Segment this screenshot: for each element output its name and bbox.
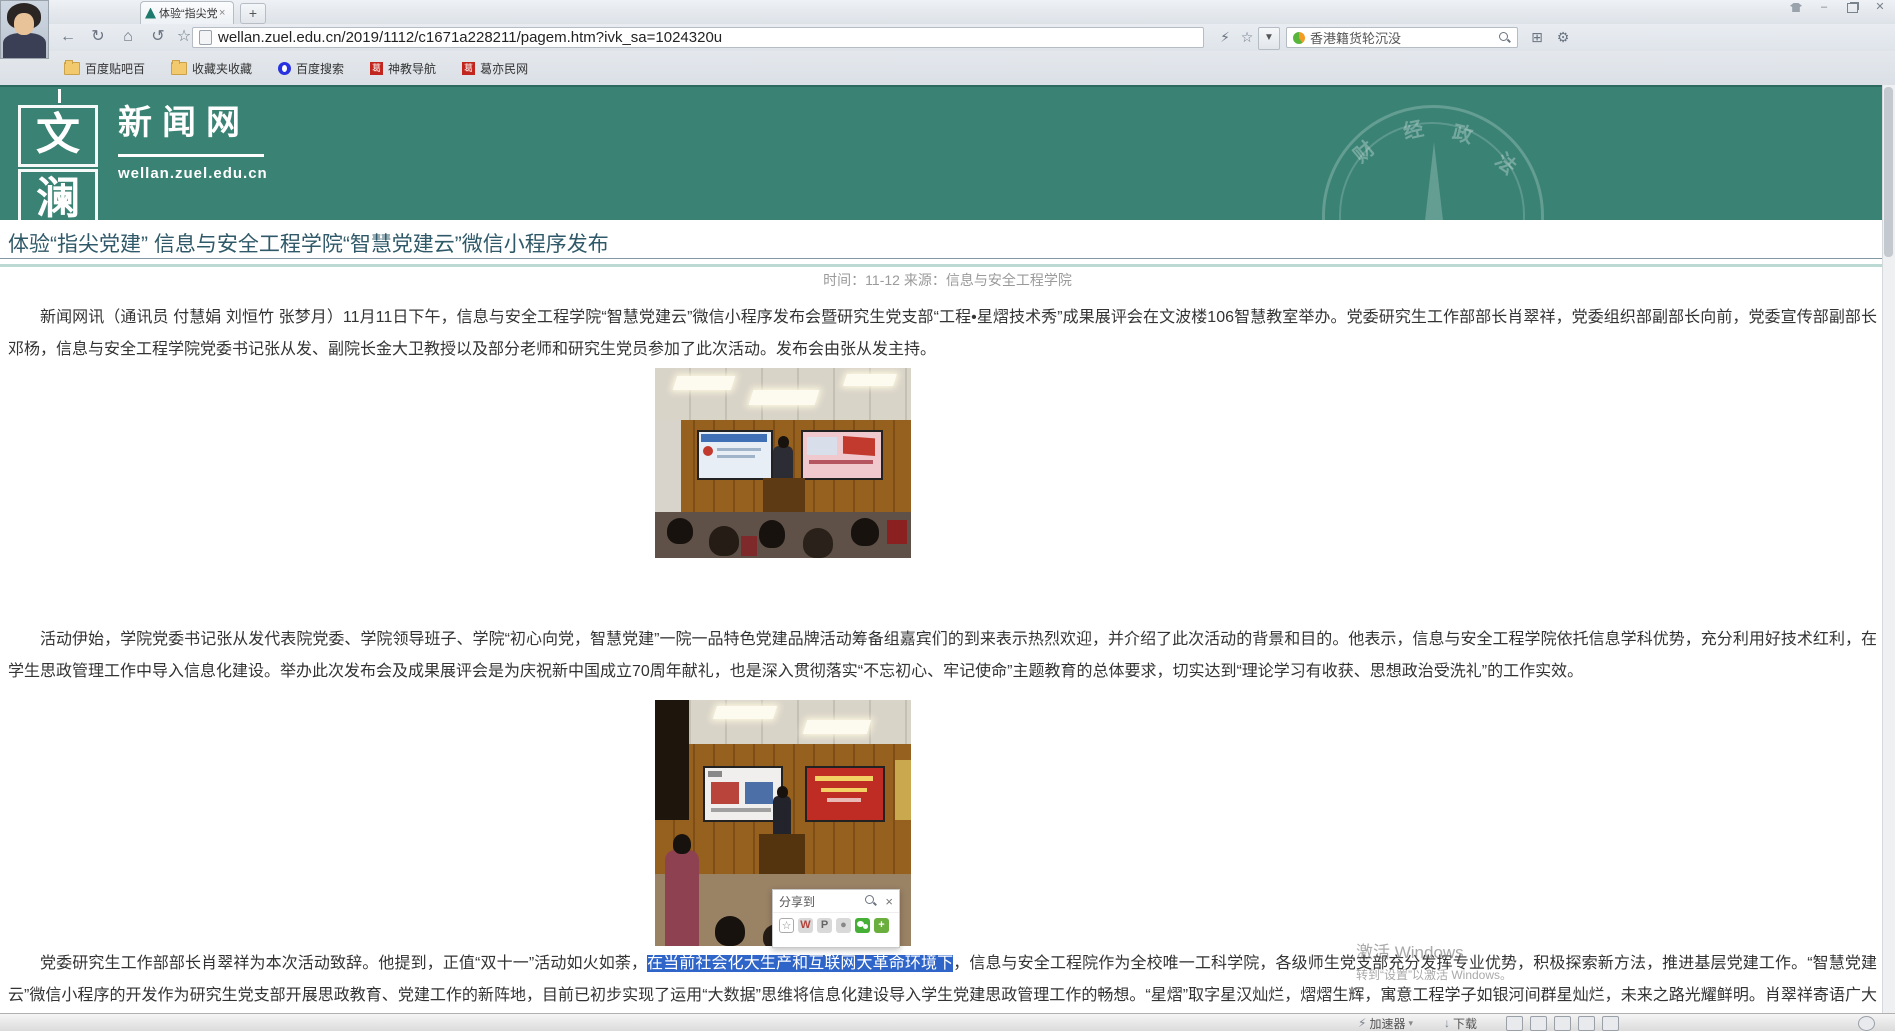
search-box[interactable]: 香港籍货轮沉没 (1286, 27, 1518, 48)
share-more-icon[interactable]: + (874, 918, 889, 933)
share-close-icon[interactable]: × (885, 894, 893, 909)
share-pengyou-icon[interactable]: P (817, 918, 832, 933)
bookmark-label: 百度搜索 (296, 60, 344, 77)
status-bar: ⚡ 加速器 ▾ ↓ 下载 (0, 1013, 1895, 1031)
share-renren-icon[interactable]: ● (836, 918, 851, 933)
share-qzone-icon[interactable]: ☆ (779, 918, 794, 933)
new-tab-button[interactable]: + (240, 3, 266, 24)
bookmark-label: 百度贴吧百 (85, 60, 145, 77)
share-weibo-icon[interactable]: W (798, 918, 813, 933)
article-image-1 (655, 368, 911, 558)
statusbar-pages-icon[interactable] (1506, 1016, 1523, 1031)
site-name: 新闻网 (118, 95, 268, 144)
bookmark-label: 收藏夹收藏 (192, 60, 252, 77)
site-brand: 新闻网 wellan.zuel.edu.cn (118, 95, 268, 182)
logo-char-top: 文 (18, 105, 98, 167)
article-paragraph-1: 新闻网讯（通讯员 付慧娟 刘恒竹 张梦月）11月11日下午，信息与安全工程学院“… (0, 302, 1895, 366)
bookmark-item[interactable]: 百度贴吧百 (64, 60, 145, 77)
share-search-icon[interactable] (865, 895, 877, 907)
site-favicon-icon (145, 8, 156, 19)
article-meta: 时间：11-12 来源：信息与安全工程学院 (0, 270, 1895, 290)
baidu-icon (278, 62, 291, 75)
home-button[interactable]: ⌂ (116, 26, 140, 48)
download-icon: ↓ (1444, 1016, 1450, 1030)
browser-window: 体验“指尖党建” 信息与安全工 × + ‒ ✕ ← ↻ ⌂ ↺ ☆ wellan… (0, 0, 1895, 1031)
bookmark-item[interactable]: 百度搜索 (278, 60, 344, 77)
tab-title: 体验“指尖党建” 信息与安全工 (159, 5, 217, 21)
article-paragraph-2: 活动伊始，学院党委书记张从发代表院党委、学院领导班子、学院“初心向党，智慧党建”… (0, 624, 1895, 688)
lightning-icon: ⚡ (1358, 1016, 1366, 1030)
lightning-icon[interactable]: ⚡ (1214, 26, 1236, 48)
wenlan-logo[interactable]: 文 澜 (14, 91, 106, 219)
scrollbar-thumb[interactable] (1884, 87, 1893, 257)
window-controls: ‒ ✕ (1787, 1, 1889, 15)
search-icon[interactable] (1499, 32, 1511, 44)
brand-divider (118, 154, 264, 157)
red-site-icon: 葛 (462, 62, 475, 75)
url-text[interactable]: wellan.zuel.edu.cn/2019/1112/c1671a22821… (218, 29, 722, 46)
accelerator-label: 加速器 (1369, 1015, 1405, 1031)
title-divider-accent (0, 264, 1895, 267)
bookmark-item[interactable]: 葛 葛亦民网 (462, 60, 528, 77)
browser-tab[interactable]: 体验“指尖党建” 信息与安全工 × (140, 1, 234, 24)
browser-profile-avatar[interactable] (0, 0, 49, 59)
bookmark-item[interactable]: 葛 神教导航 (370, 60, 436, 77)
bookmarks-bar: 百度贴吧百 收藏夹收藏 百度搜索 葛 神教导航 葛 葛亦民网 (0, 51, 1895, 86)
page-security-icon[interactable] (199, 30, 212, 45)
paragraph-text: 党委研究生工作部部长肖翠祥为本次活动致辞。他提到，正值“双十一”活动如火如荼， (40, 955, 647, 972)
bookmark-label: 神教导航 (388, 60, 436, 77)
address-bar[interactable]: wellan.zuel.edu.cn/2019/1112/c1671a22821… (192, 27, 1204, 48)
page-scrollbar[interactable] (1882, 85, 1895, 1013)
site-domain: wellan.zuel.edu.cn (118, 165, 268, 182)
bookmark-label: 葛亦民网 (480, 60, 528, 77)
share-popup: 分享到 × ☆ W P ● + (772, 889, 900, 948)
bookmark-item[interactable]: 收藏夹收藏 (171, 60, 252, 77)
navigation-bar: ← ↻ ⌂ ↺ ☆ wellan.zuel.edu.cn/2019/1112/c… (0, 24, 1895, 52)
favorite-star-icon[interactable]: ☆ (1236, 26, 1258, 48)
restore-button[interactable] (1843, 1, 1861, 15)
search-query[interactable]: 香港籍货轮沉没 (1310, 28, 1499, 47)
article-title: 体验“指尖党建” 信息与安全工程学院“智慧党建云”微信小程序发布 (8, 228, 609, 258)
red-site-icon: 葛 (370, 62, 383, 75)
folder-icon (64, 62, 80, 75)
skin-icon[interactable] (1787, 1, 1805, 15)
close-button[interactable]: ✕ (1871, 1, 1889, 15)
logo-char-bottom: 澜 (18, 169, 98, 220)
tab-close-icon[interactable]: × (219, 7, 229, 19)
selected-text-highlight: 在当前社会化大生产和互联网大革命环境下 (647, 955, 953, 972)
share-popup-title: 分享到 (779, 893, 865, 910)
minimize-button[interactable]: ‒ (1815, 1, 1833, 15)
statusbar-image-icon[interactable] (1530, 1016, 1547, 1031)
statusbar-shield-icon[interactable] (1554, 1016, 1571, 1031)
address-dropdown-button[interactable]: ▼ (1258, 27, 1280, 50)
settings-wrench-icon[interactable]: ⚙ (1552, 26, 1574, 48)
university-seal-watermark: 财 经 政 法 (1322, 105, 1544, 220)
search-engine-icon (1293, 32, 1305, 44)
statusbar-sound-icon[interactable] (1578, 1016, 1595, 1031)
windows-activation-watermark: 激活 Windows 转到“设置”以激活 Windows。 (1356, 938, 1512, 983)
back-button[interactable]: ← (56, 26, 80, 48)
statusbar-help-icon[interactable] (1858, 1016, 1875, 1031)
download-button[interactable]: ↓ 下载 (1444, 1015, 1477, 1031)
accelerator-button[interactable]: ⚡ 加速器 ▾ (1358, 1015, 1413, 1031)
statusbar-plugin-icon[interactable] (1602, 1016, 1619, 1031)
apps-grid-icon[interactable]: ⊞ (1526, 26, 1548, 48)
site-header: 文 澜 新闻网 wellan.zuel.edu.cn 财 经 政 法 (0, 85, 1895, 220)
folder-icon (171, 62, 187, 75)
tab-bar: 体验“指尖党建” 信息与安全工 × + ‒ ✕ (0, 0, 1895, 25)
title-divider (0, 258, 1895, 259)
refresh-button[interactable]: ↻ (86, 26, 110, 48)
download-label: 下载 (1453, 1015, 1477, 1031)
share-wechat-icon[interactable] (855, 918, 870, 933)
history-button[interactable]: ↺ (146, 26, 170, 48)
